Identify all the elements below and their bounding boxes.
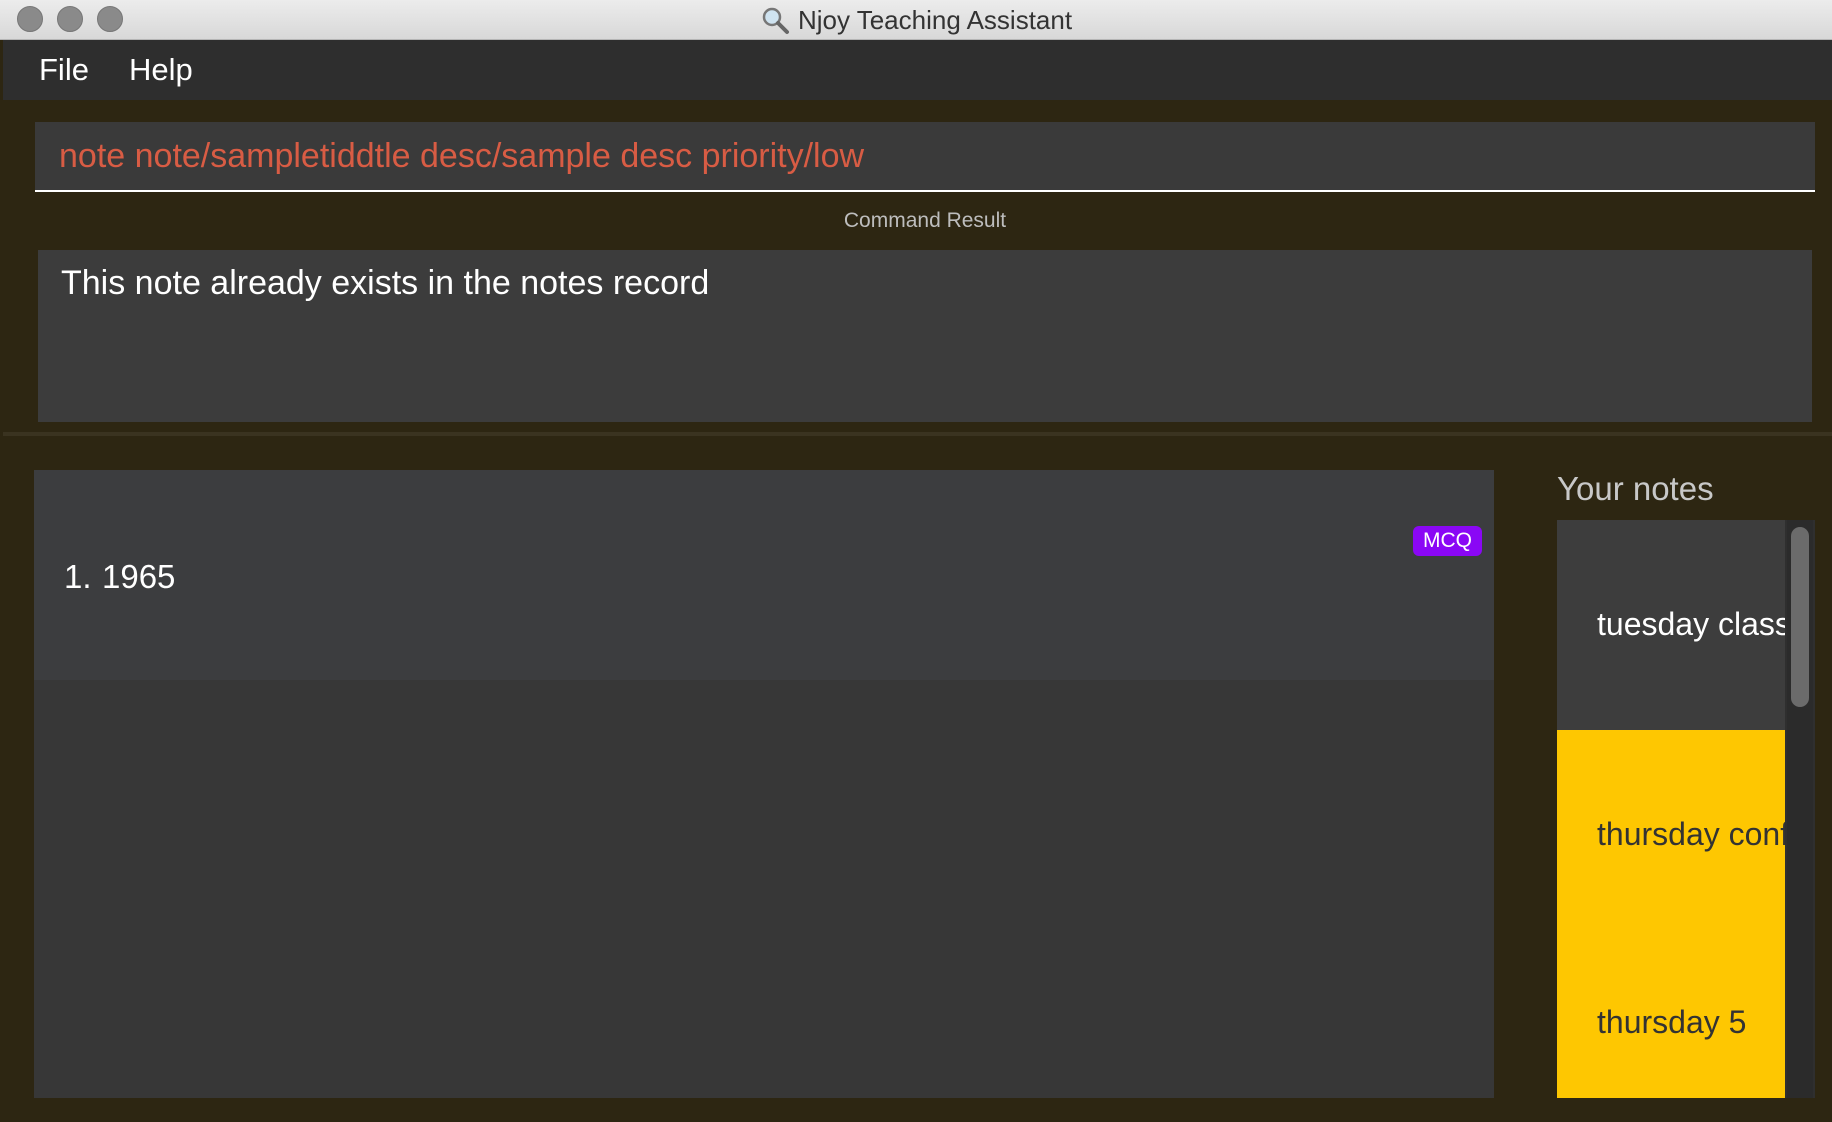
notes-list: tuesday class thursday conf thursday 5	[1557, 520, 1815, 1098]
magnifier-icon	[762, 7, 789, 34]
tag-badge: MCQ	[1413, 526, 1482, 556]
notes-title: Your notes	[1557, 470, 1714, 507]
list-item-index: 1.	[64, 558, 92, 595]
section-divider	[3, 432, 1832, 436]
note-label: tuesday class	[1597, 606, 1785, 642]
note-card[interactable]: thursday conf	[1557, 730, 1785, 940]
note-card[interactable]: tuesday class	[1557, 520, 1785, 730]
result-label: Command Result	[843, 209, 1007, 232]
result-display: This note already exists in the notes re…	[38, 250, 1812, 422]
menu-help[interactable]: Help	[129, 52, 193, 88]
menu-bar: File Help	[3, 40, 1832, 100]
note-label: thursday conf	[1597, 816, 1785, 852]
app-window: Njoy Teaching Assistant File Help Comman…	[0, 0, 1832, 1122]
title-bar: Njoy Teaching Assistant	[0, 0, 1832, 40]
item-list-panel: 1. 1965 MCQ	[34, 470, 1494, 1098]
window-title-group: Njoy Teaching Assistant	[0, 0, 1832, 40]
command-box	[35, 122, 1815, 192]
menu-file[interactable]: File	[39, 52, 89, 88]
list-item[interactable]: 1. 1965 MCQ	[34, 470, 1494, 680]
list-item-text: 1965	[102, 558, 176, 595]
note-card[interactable]: thursday 5	[1557, 940, 1785, 1098]
note-label: thursday 5	[1597, 1004, 1747, 1040]
command-input[interactable]	[59, 136, 1815, 176]
notes-scrollbar-thumb[interactable]	[1791, 527, 1809, 707]
window-title: Njoy Teaching Assistant	[797, 4, 1073, 35]
